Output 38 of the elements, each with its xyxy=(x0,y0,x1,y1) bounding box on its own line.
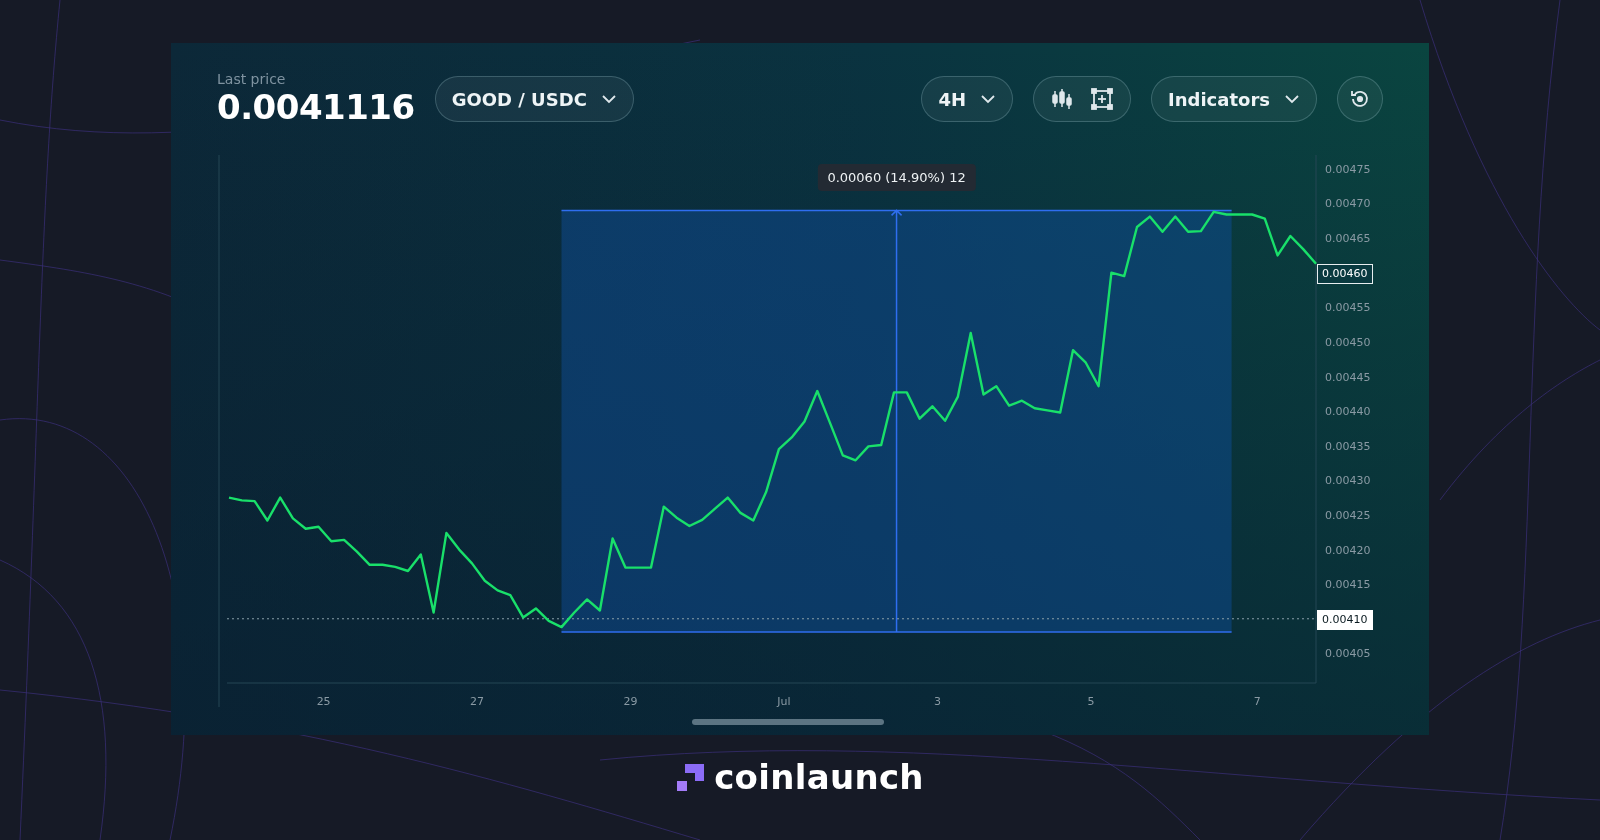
pair-dropdown[interactable]: GOOD / USDC xyxy=(434,76,634,122)
axis-label: 5 xyxy=(1087,695,1095,708)
axis-label: 0.00455 xyxy=(1325,301,1371,315)
candlestick-icon[interactable] xyxy=(1050,87,1075,111)
reset-icon xyxy=(1349,88,1371,110)
chevron-icon xyxy=(980,94,997,104)
axis-label: 0.00445 xyxy=(1325,370,1371,384)
axis-label: 25 xyxy=(316,695,331,708)
axis-label: 7 xyxy=(1253,695,1261,708)
axis-label: 0.00415 xyxy=(1325,578,1371,592)
reset-button[interactable] xyxy=(1337,76,1383,122)
brand-name: coinlaunch xyxy=(714,757,924,797)
axis-label: 0.00425 xyxy=(1325,508,1371,522)
add-frame-icon[interactable] xyxy=(1090,87,1115,111)
last-price: 0.0041116 xyxy=(217,87,415,127)
axis-label: 0.00435 xyxy=(1325,439,1371,453)
last-price-label: Last price xyxy=(217,71,287,87)
indicators-dropdown[interactable]: Indicators xyxy=(1151,76,1317,122)
axis-label: 0.00430 xyxy=(1325,474,1371,488)
axis-label: Jul xyxy=(777,695,791,708)
chevron-icon xyxy=(600,94,617,104)
logo-icon xyxy=(676,762,707,792)
axis-label: 0.00475 xyxy=(1325,162,1371,176)
axis-label: 0.00465 xyxy=(1325,232,1371,246)
chevron-icon xyxy=(1284,94,1300,104)
axis-label: 3 xyxy=(933,695,941,708)
price-tag: 0.00460 xyxy=(1317,263,1373,284)
interval-dropdown[interactable]: 4H xyxy=(921,76,1014,122)
axis-label: 0.00470 xyxy=(1325,197,1371,211)
axis-label: 27 xyxy=(470,695,485,708)
price-tag: 0.00410 xyxy=(1317,609,1373,630)
scrollbar[interactable] xyxy=(692,719,884,725)
measure-tooltip: 0.00060 (14.90%) 12 xyxy=(817,164,976,192)
axis-label: 0.00405 xyxy=(1325,647,1371,661)
axis-label: 0.00440 xyxy=(1325,405,1371,419)
axis-label: 0.00420 xyxy=(1325,543,1371,557)
axis-label: 29 xyxy=(623,695,638,708)
axis-label: 0.00450 xyxy=(1325,335,1371,349)
